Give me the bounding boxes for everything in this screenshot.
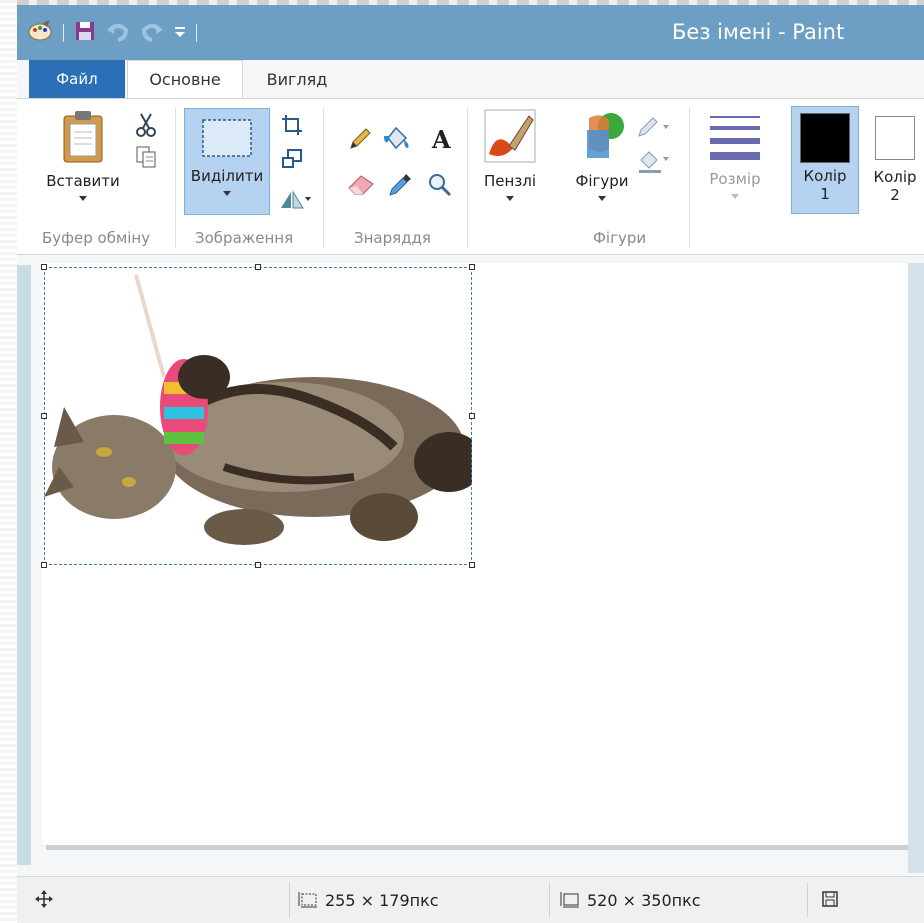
move-cursor-icon: [35, 889, 53, 912]
title-bar: Без імені - Paint: [17, 0, 924, 60]
group-separator: [323, 108, 324, 248]
tab-view[interactable]: Вигляд: [249, 60, 345, 98]
title-bar-top-edge: [17, 0, 924, 5]
select-button[interactable]: Виділити: [184, 108, 270, 215]
ribbon-tabs: Файл Основне Вигляд: [17, 60, 924, 98]
brushes-button[interactable]: Пензлі: [475, 108, 545, 201]
text-icon[interactable]: A: [429, 125, 455, 156]
redo-icon[interactable]: [140, 20, 164, 46]
window-title: Без імені - Paint: [672, 20, 845, 44]
size-button[interactable]: Розмір: [699, 110, 771, 199]
size-dropdown-arrow: [731, 194, 739, 199]
selection-handle[interactable]: [41, 264, 47, 270]
crop-icon[interactable]: [281, 114, 303, 140]
selection-handle[interactable]: [255, 562, 261, 568]
selection-handle[interactable]: [41, 562, 47, 568]
group-clipboard-label: Буфер обміну: [42, 229, 151, 247]
shapes-label: Фігури: [575, 172, 629, 190]
qat-separator: [196, 24, 197, 42]
brush-icon: [483, 108, 537, 168]
group-image-label: Зображення: [195, 229, 294, 247]
file-size: [821, 877, 839, 923]
shapes-button[interactable]: Фігури: [562, 108, 642, 201]
disk-icon: [821, 890, 839, 912]
color-picker-icon[interactable]: [387, 172, 413, 202]
selection-size-icon: [297, 890, 319, 912]
image-size: 520 × 350пкс: [559, 877, 701, 923]
color2-swatch: [875, 116, 915, 160]
selection-size: 255 × 179пкс: [297, 877, 439, 923]
fill-icon[interactable]: [382, 124, 412, 156]
group-separator: [689, 108, 690, 248]
resize-icon[interactable]: [281, 148, 303, 174]
svg-text:A: A: [431, 126, 451, 152]
status-divider: [289, 883, 290, 917]
copy-icon[interactable]: [135, 145, 157, 173]
group-shapes-label: Фігури: [593, 229, 647, 247]
customize-qat-icon[interactable]: [174, 23, 186, 43]
eraser-icon[interactable]: [347, 172, 375, 200]
qat-separator: [63, 24, 64, 42]
workspace-right-edge: [908, 263, 924, 873]
clipboard-icon: [60, 108, 106, 168]
selection-handle[interactable]: [469, 413, 475, 419]
size-label: Розмір: [709, 170, 761, 188]
left-background-strip: [0, 0, 17, 923]
shapes-dropdown-arrow: [598, 196, 606, 201]
pencil-icon[interactable]: [347, 126, 373, 156]
workspace-left-edge: [17, 265, 31, 865]
select-icon: [200, 117, 254, 163]
color2-button[interactable]: Колір 2: [865, 106, 924, 204]
color1-swatch: [800, 113, 850, 163]
color1-button[interactable]: Колір 1: [791, 106, 859, 214]
status-divider: [549, 883, 550, 917]
size-icon: [708, 110, 762, 166]
tab-file[interactable]: Файл: [29, 60, 125, 98]
cut-icon[interactable]: [135, 112, 157, 142]
brushes-dropdown-arrow: [506, 196, 514, 201]
cursor-position: [35, 877, 53, 923]
selection-handle[interactable]: [255, 264, 261, 270]
paint-window: Без імені - Paint Файл Основне Вигляд Вс…: [17, 0, 924, 923]
quick-access-toolbar: [27, 18, 197, 48]
selection-handle[interactable]: [469, 264, 475, 270]
group-separator: [467, 108, 468, 248]
selection-size-text: 255 × 179пкс: [325, 891, 439, 910]
paint-app-icon[interactable]: [27, 20, 53, 46]
image-size-icon: [559, 890, 581, 912]
selection-rectangle[interactable]: [44, 267, 472, 565]
outline-icon[interactable]: [637, 116, 671, 142]
tab-home[interactable]: Основне: [127, 60, 243, 98]
color1-label: Колір: [803, 167, 847, 185]
group-tools-label: Знаряддя: [354, 229, 431, 247]
fill-shape-icon[interactable]: [637, 148, 671, 178]
brushes-label: Пензлі: [483, 172, 537, 190]
color2-number: 2: [890, 186, 900, 204]
color2-label: Колір: [873, 168, 917, 186]
undo-icon[interactable]: [106, 20, 130, 46]
select-dropdown-arrow: [223, 191, 231, 196]
status-divider: [807, 883, 808, 917]
selection-handle[interactable]: [41, 413, 47, 419]
paste-dropdown-arrow: [79, 196, 87, 201]
paste-label: Вставити: [46, 172, 120, 190]
group-separator: [175, 108, 176, 248]
color1-number: 1: [820, 185, 830, 203]
save-icon[interactable]: [74, 20, 96, 46]
magnifier-icon[interactable]: [427, 172, 453, 202]
selection-handle[interactable]: [469, 562, 475, 568]
image-size-text: 520 × 350пкс: [587, 891, 701, 910]
status-bar: 255 × 179пкс 520 × 350пкс: [17, 876, 924, 923]
select-label: Виділити: [190, 167, 264, 185]
paste-button[interactable]: Вставити: [41, 108, 125, 201]
rotate-icon[interactable]: [279, 188, 311, 214]
shapes-icon: [575, 108, 629, 168]
